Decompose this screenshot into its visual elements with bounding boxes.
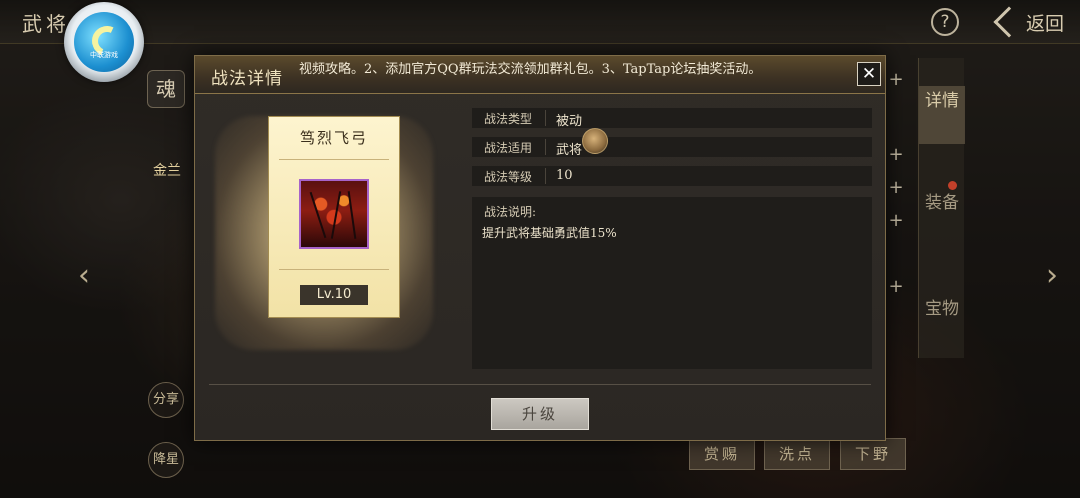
skill-detail-dialog: 战法详情 视频攻略。2、添加官方QQ群玩法交流领加群礼包。3、TapTap论坛抽… bbox=[194, 55, 886, 441]
announcement-marquee: 视频攻略。2、添加官方QQ群玩法交流领加群礼包。3、TapTap论坛抽奖活动。 bbox=[299, 62, 762, 77]
tab-detail[interactable]: 详情 bbox=[919, 86, 965, 144]
info-label: 战法类型 bbox=[484, 112, 533, 126]
plus-icon[interactable]: + bbox=[886, 145, 906, 165]
back-button[interactable]: 返回 bbox=[990, 6, 1075, 38]
dialog-divider bbox=[209, 384, 871, 385]
divider bbox=[545, 139, 546, 155]
skill-icon bbox=[299, 179, 369, 249]
info-row-applicable: 战法适用 武将 bbox=[472, 137, 872, 158]
card-divider bbox=[279, 159, 389, 160]
skill-card: 笃烈飞弓 Lv.10 bbox=[268, 116, 400, 318]
logo-text: 中联游戏 bbox=[90, 51, 118, 59]
app-logo: 中联游戏 bbox=[64, 2, 144, 82]
tab-equip[interactable]: 装备 bbox=[919, 190, 965, 242]
back-label: 返回 bbox=[1026, 12, 1065, 35]
next-arrow-icon[interactable]: › bbox=[1046, 258, 1058, 293]
close-button[interactable]: ✕ bbox=[857, 62, 881, 86]
description-box: 战法说明: 提升武将基础勇武值15% bbox=[472, 197, 872, 369]
reward-button[interactable]: 赏赐 bbox=[689, 438, 755, 470]
spear-shape bbox=[330, 191, 342, 239]
info-value: 武将 bbox=[556, 143, 583, 158]
share-button[interactable]: 分享 bbox=[148, 382, 184, 418]
skill-name: 笃烈飞弓 bbox=[299, 129, 368, 147]
plus-icon[interactable]: + bbox=[886, 277, 906, 297]
spear-shape bbox=[309, 191, 327, 239]
dialog-header: 战法详情 视频攻略。2、添加官方QQ群玩法交流领加群礼包。3、TapTap论坛抽… bbox=[195, 56, 885, 94]
info-value: 被动 bbox=[556, 114, 583, 129]
card-divider bbox=[279, 269, 389, 270]
right-tab-bar: 详情 装备 宝物 bbox=[918, 58, 965, 358]
help-button[interactable]: ? bbox=[931, 8, 959, 36]
skill-level-badge: Lv.10 bbox=[300, 285, 368, 305]
description-label: 战法说明: bbox=[484, 205, 537, 219]
logo-emblem: 中联游戏 bbox=[74, 12, 134, 72]
plus-icon[interactable]: + bbox=[886, 211, 906, 231]
touch-indicator bbox=[582, 128, 608, 154]
description-text: 提升武将基础勇武值15% bbox=[482, 226, 617, 240]
soul-badge[interactable]: 魂 bbox=[147, 70, 185, 108]
notification-dot bbox=[948, 181, 957, 190]
dialog-title: 战法详情 bbox=[211, 69, 283, 89]
info-label: 战法等级 bbox=[484, 170, 533, 184]
back-arrow-icon bbox=[993, 6, 1025, 38]
info-value: 10 bbox=[556, 168, 573, 183]
spear-shape bbox=[347, 191, 357, 239]
upgrade-button[interactable]: 升级 bbox=[491, 398, 589, 430]
side-gold-text: 金兰 bbox=[153, 163, 181, 179]
plus-icon[interactable]: + bbox=[886, 178, 906, 198]
tab-treasure[interactable]: 宝物 bbox=[919, 296, 965, 348]
descend-star-button[interactable]: 降星 bbox=[148, 442, 184, 478]
top-bar: 武将 ? 返回 bbox=[0, 0, 1080, 44]
divider bbox=[545, 168, 546, 184]
divider bbox=[545, 110, 546, 126]
page-title: 武将 bbox=[22, 12, 70, 36]
info-row-type: 战法类型 被动 bbox=[472, 108, 872, 129]
info-label: 战法适用 bbox=[484, 141, 533, 155]
prev-arrow-icon[interactable]: ‹ bbox=[78, 258, 90, 293]
info-row-level: 战法等级 10 bbox=[472, 166, 872, 186]
plus-icon[interactable]: + bbox=[886, 70, 906, 90]
retire-button[interactable]: 下野 bbox=[840, 438, 906, 470]
wash-points-button[interactable]: 洗点 bbox=[764, 438, 830, 470]
